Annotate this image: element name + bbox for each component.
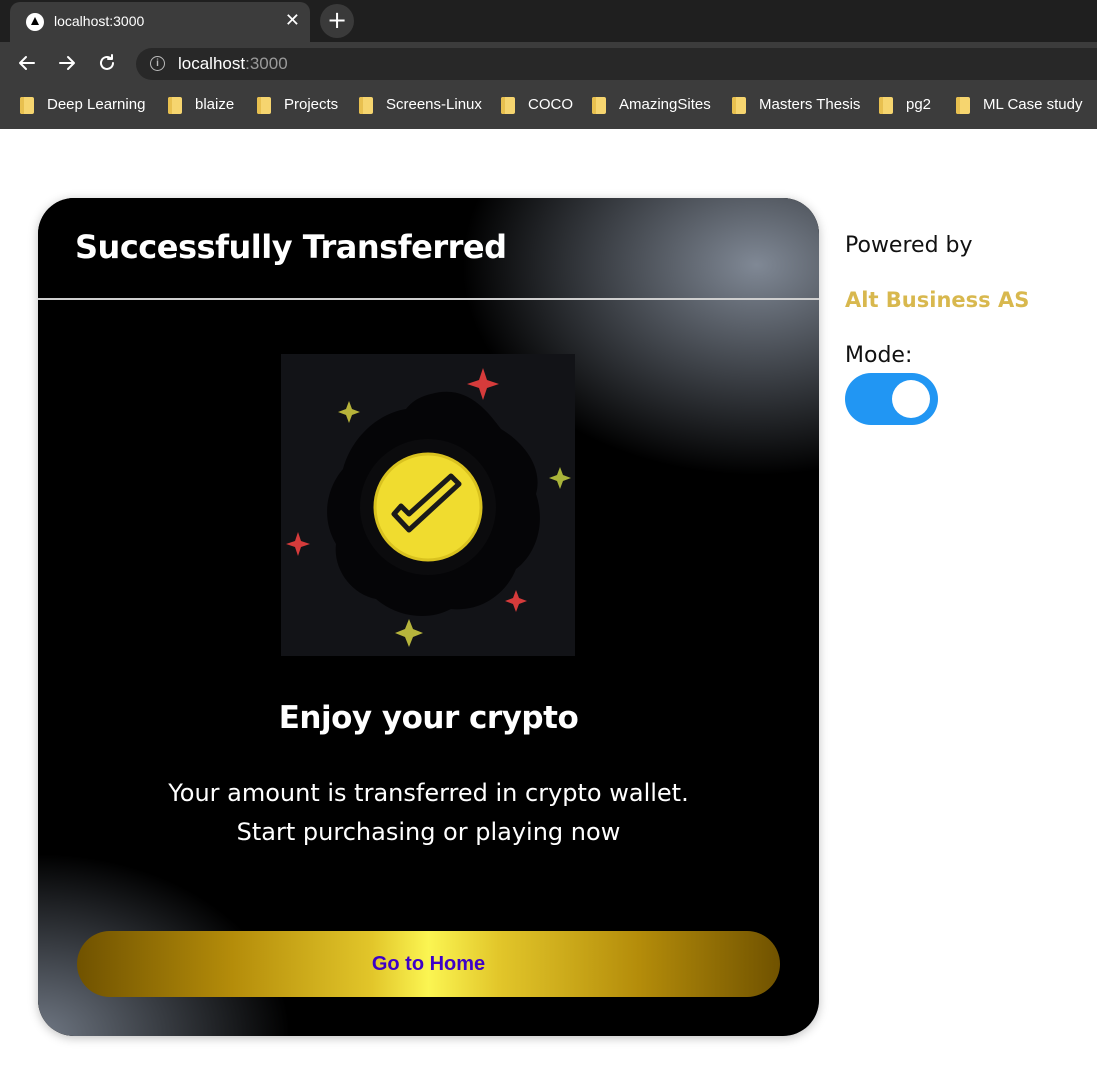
success-description: Your amount is transferred in crypto wal… [38,774,819,852]
bookmark-label: Screens-Linux [386,96,482,113]
bookmark-label: ML Case study [983,96,1083,113]
back-button[interactable] [12,48,42,78]
divider [38,298,819,300]
new-tab-button[interactable]: + [320,4,354,38]
folder-icon [956,97,970,114]
reload-button[interactable] [92,48,122,78]
folder-icon [20,97,34,114]
bookmark-label: Deep Learning [47,96,146,113]
folder-icon [732,97,746,114]
go-to-home-button[interactable]: Go to Home [77,931,780,997]
toggle-knob [892,380,930,418]
bookmark-label: Masters Thesis [759,96,861,113]
success-card: Successfully Transferred Enjoy your cryp… [38,198,819,1036]
tab-strip: localhost:3000 ✕ + [0,0,1097,42]
folder-icon [168,97,182,114]
success-illustration [281,354,575,656]
brand-name: Alt Business AS [845,288,1030,312]
success-heading: Enjoy your crypto [278,700,579,736]
bookmarks-bar: Deep Learning blaize Projects Screens-Li… [0,84,1097,129]
folder-icon [879,97,893,114]
folder-icon [501,97,515,114]
url-text: localhost:3000 [178,54,288,73]
mode-toggle[interactable] [845,373,938,425]
favicon-icon [26,13,44,31]
address-bar[interactable]: i localhost:3000 [136,48,1097,80]
success-checkmark-coin-icon [286,368,571,647]
card-title: Successfully Transferred [75,228,507,266]
folder-icon [592,97,606,114]
arrow-right-icon [59,56,75,70]
description-line-2: Start purchasing or playing now [236,818,621,846]
bookmark-label: blaize [195,96,235,113]
reload-icon [100,54,114,70]
arrow-left-icon [19,56,35,70]
bookmark-label: AmazingSites [619,96,711,113]
mode-label: Mode: [845,343,913,368]
info-icon[interactable]: i [150,56,165,71]
description-line-1: Your amount is transferred in crypto wal… [168,779,689,807]
bookmark-label: pg2 [906,96,932,113]
powered-by-label: Powered by [845,233,973,258]
bookmark-label: COCO [528,96,573,113]
close-tab-icon[interactable]: ✕ [285,10,300,31]
browser-toolbar: i localhost:3000 [0,42,1097,84]
browser-tab[interactable]: localhost:3000 ✕ [10,2,310,42]
forward-button[interactable] [52,48,82,78]
folder-icon [257,97,271,114]
bookmark-label: Projects [284,96,339,113]
folder-icon [359,97,373,114]
tab-title: localhost:3000 [54,13,145,29]
